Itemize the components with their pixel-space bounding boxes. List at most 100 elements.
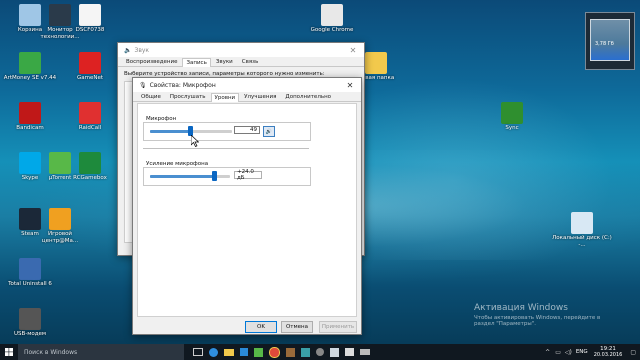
activation-line2: раздел "Параметры". bbox=[474, 321, 536, 327]
chrome-icon bbox=[321, 4, 343, 26]
divider bbox=[143, 148, 309, 149]
desktop-icon[interactable]: Игровой центр@Ma... bbox=[30, 208, 90, 244]
desktop-icon[interactable]: Total Uninstall 6 bbox=[0, 258, 60, 288]
desktop-icon-label: Sync bbox=[505, 125, 519, 131]
task-view-icon[interactable] bbox=[193, 348, 203, 356]
tab-general[interactable]: Общие bbox=[137, 92, 165, 101]
desktop-icon[interactable]: USB-модем bbox=[0, 308, 60, 338]
gamenet-icon bbox=[79, 52, 101, 74]
chrome-taskbar-icon[interactable] bbox=[269, 346, 280, 358]
bandicam-icon bbox=[19, 102, 41, 124]
tab-recording[interactable]: Запись bbox=[182, 58, 211, 67]
desktop-icon[interactable]: Bandicam bbox=[0, 102, 60, 132]
mic-properties-dialog[interactable]: 🎙 Свойства: Микрофон ✕ Общие Прослушать … bbox=[132, 77, 362, 335]
tab-enhancements[interactable]: Улучшения bbox=[240, 92, 280, 101]
levels-panel: Микрофон 49 🔊 Усиление микрофона +24.0 д… bbox=[137, 103, 357, 317]
sound-taskbar-icon[interactable] bbox=[330, 347, 339, 357]
tab-levels[interactable]: Уровни bbox=[210, 93, 240, 102]
artmoney-icon bbox=[19, 52, 41, 74]
boost-slider-thumb[interactable] bbox=[211, 171, 217, 181]
start-button[interactable] bbox=[0, 344, 18, 360]
store-icon[interactable] bbox=[240, 348, 248, 356]
desktop-icon-label: GameNet bbox=[76, 75, 104, 81]
widget-memory-label: 3,78 Гб bbox=[595, 41, 614, 47]
settings-taskbar-icon[interactable] bbox=[316, 348, 324, 356]
boost-value: +24.0 дБ bbox=[234, 169, 262, 181]
resource-widget[interactable]: 3,78 Гб bbox=[585, 12, 635, 70]
game-taskbar-icon[interactable] bbox=[286, 347, 295, 357]
desktop-icon-label: Google Chrome bbox=[310, 27, 354, 33]
mute-button[interactable]: 🔊 bbox=[263, 126, 275, 137]
network-icon[interactable]: ▭ bbox=[555, 349, 561, 356]
mic-dialog-title: Свойства: Микрофон bbox=[149, 81, 216, 89]
desktop-icon-label: Bandicam bbox=[16, 125, 44, 131]
usb-modem-icon bbox=[19, 308, 41, 330]
desktop-icon[interactable]: RaidCall bbox=[60, 102, 120, 132]
tab-communications[interactable]: Связь bbox=[238, 57, 263, 66]
desktop-icon-label: USB-модем bbox=[13, 331, 47, 337]
mic-tabs: Общие Прослушать Уровни Улучшения Дополн… bbox=[133, 92, 361, 102]
desktop-icon[interactable]: Google Chrome bbox=[302, 4, 362, 34]
boost-fill bbox=[150, 175, 214, 178]
taskbar-search-box[interactable]: Поиск в Windows bbox=[18, 344, 184, 360]
speaker-icon: 🔊 bbox=[265, 128, 273, 135]
widget-gauge bbox=[590, 19, 630, 61]
desktop-icon-label: DSCF0738 bbox=[75, 27, 105, 33]
taskbar: Поиск в Windows ^ ▭ ◁) ENG 19:21 20.03.2… bbox=[0, 344, 640, 360]
microphone-icon: 🎙 bbox=[139, 81, 147, 89]
tab-sounds[interactable]: Звуки bbox=[212, 57, 237, 66]
mic-dialog-titlebar[interactable]: 🎙 Свойства: Микрофон ✕ bbox=[133, 78, 361, 92]
file-explorer-icon[interactable] bbox=[224, 348, 234, 356]
sync-tree-icon bbox=[501, 102, 523, 124]
clock[interactable]: 19:21 20.03.2016 bbox=[594, 346, 623, 358]
desktop-icon[interactable]: ArtMoney SE v7.44 bbox=[0, 52, 60, 82]
mic-level-value[interactable]: 49 bbox=[234, 126, 260, 134]
speaker-icon: 🔈 bbox=[124, 46, 132, 54]
close-icon[interactable]: ✕ bbox=[339, 81, 361, 90]
activation-title: Активация Windows bbox=[474, 303, 568, 313]
keyboard-layout-label[interactable]: ENG bbox=[576, 349, 588, 355]
desktop-icon[interactable]: DSCF0738 bbox=[60, 4, 120, 34]
desktop-icon[interactable]: RCGamebox bbox=[60, 152, 120, 182]
desktop-icon[interactable]: GameNet bbox=[60, 52, 120, 82]
taskbar-apps bbox=[190, 346, 373, 358]
activation-watermark: Активация Windows Чтобы активировать Win… bbox=[474, 303, 600, 327]
desktop-icon-label: Локальный диск (C:) -... bbox=[552, 235, 612, 248]
sound-tabs: Воспроизведение Запись Звуки Связь bbox=[118, 57, 364, 67]
notifications-icon[interactable]: ▢ bbox=[630, 349, 636, 356]
total-uninstall-icon bbox=[19, 258, 41, 280]
desktop-icon-label: ArtMoney SE v7.44 bbox=[3, 75, 57, 81]
edge-icon[interactable] bbox=[209, 347, 218, 357]
desktop-icon[interactable]: Локальный диск (C:) -... bbox=[552, 212, 612, 248]
utorrent-taskbar-icon[interactable] bbox=[254, 347, 263, 357]
tab-advanced[interactable]: Дополнительно bbox=[281, 92, 335, 101]
mic-level-fill bbox=[150, 130, 191, 133]
volume-icon[interactable]: ◁) bbox=[565, 349, 572, 356]
taskbar-search-placeholder: Поиск в Windows bbox=[24, 348, 78, 356]
mouse-cursor-icon bbox=[191, 135, 199, 147]
tab-playback[interactable]: Воспроизведение bbox=[122, 57, 181, 66]
desktop-icon[interactable]: Sync bbox=[482, 102, 542, 132]
apply-button[interactable]: Применить bbox=[319, 321, 357, 333]
clapper-taskbar-icon[interactable] bbox=[345, 348, 354, 356]
desktop-icon-label: RaidCall bbox=[78, 125, 102, 131]
desktop-icon-label: Игровой центр@Ma... bbox=[41, 231, 79, 244]
close-icon[interactable]: ✕ bbox=[342, 46, 364, 55]
gamepad-taskbar-icon[interactable] bbox=[360, 349, 370, 355]
game-center-icon bbox=[49, 208, 71, 230]
local-disk-icon bbox=[571, 212, 593, 234]
image-file-icon bbox=[79, 4, 101, 26]
ok-button[interactable]: OK bbox=[245, 321, 277, 333]
raidcall-icon bbox=[79, 102, 101, 124]
desktop-icon-label: Total Uninstall 6 bbox=[8, 281, 52, 287]
tray-up-arrow-icon[interactable]: ^ bbox=[545, 349, 550, 356]
boost-track[interactable] bbox=[150, 175, 230, 178]
cancel-button[interactable]: Отмена bbox=[281, 321, 313, 333]
desktop-icon-label: RCGamebox bbox=[73, 175, 107, 181]
tab-listen[interactable]: Прослушать bbox=[166, 92, 210, 101]
clock-date: 20.03.2016 bbox=[593, 352, 623, 358]
folder-icon bbox=[365, 52, 387, 74]
sound-dialog-title: Звук bbox=[134, 46, 150, 54]
media-taskbar-icon[interactable] bbox=[301, 347, 310, 357]
sound-dialog-titlebar[interactable]: 🔈 Звук ✕ bbox=[118, 43, 364, 57]
